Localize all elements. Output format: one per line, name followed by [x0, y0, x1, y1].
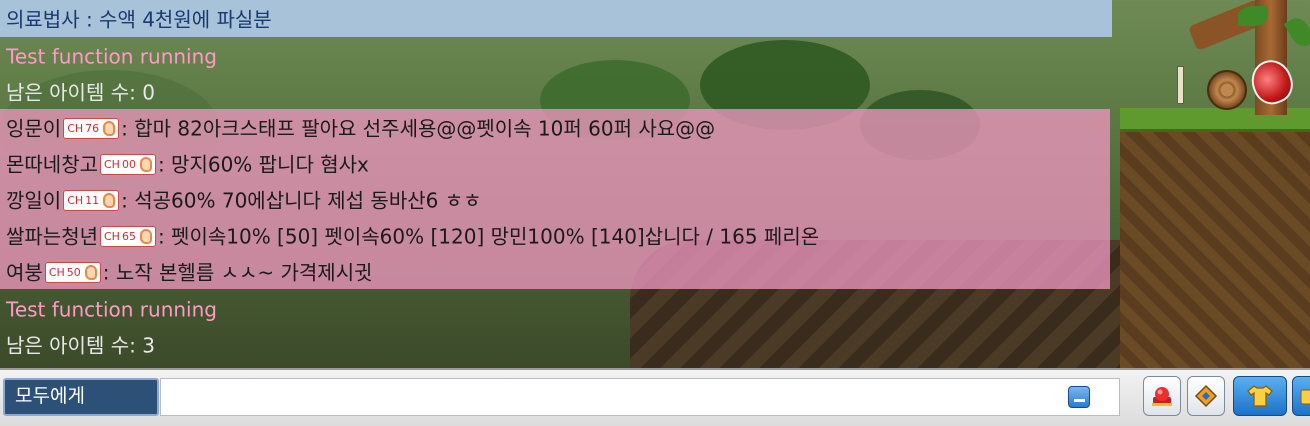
chat-line-text: Test function running [6, 44, 217, 69]
channel-badge: CH 65 [100, 226, 156, 247]
sender-name[interactable]: 여붕 [6, 261, 43, 285]
channel-number: 50 [66, 266, 81, 279]
channel-prefix: CH [67, 122, 84, 135]
megaphone-button[interactable] [1143, 376, 1181, 416]
ear-icon[interactable] [103, 120, 116, 136]
chat-line: Test function running [0, 290, 217, 326]
message-text: : 노작 본헬름 ㅅㅅ~ 가격제시귓 [102, 260, 373, 285]
channel-prefix: CH [67, 194, 84, 207]
channel-prefix: CH [48, 266, 65, 279]
signpost [1177, 66, 1184, 104]
sender-name[interactable]: 깡일이 [6, 189, 61, 213]
channel-prefix: CH [104, 230, 120, 243]
leaf-icon [1238, 6, 1268, 26]
channel-badge: CH 76 [63, 118, 120, 139]
header-text: 의료법사 : 수액 4천원에 파실분 [6, 7, 272, 32]
channel-badge: CH 11 [63, 190, 120, 211]
channel-number: 76 [85, 122, 100, 135]
leaf-icon [1283, 14, 1310, 50]
channel-badge: CH 50 [44, 262, 101, 283]
megaphone-icon [1152, 387, 1172, 406]
megaphone-line[interactable]: 잉문이 CH 76: 합마 82아크스태프 팔아요 선주세용@@펫이속 10퍼 60… [0, 109, 715, 145]
channel-badge: CH 00 [100, 154, 156, 175]
channel-number: 00 [121, 158, 136, 171]
message-text: : 망지60% 팝니다 혐사x [157, 152, 369, 177]
chat-line-text: 남은 아이템 수: 0 [6, 80, 155, 105]
chat-line-text: 남은 아이템 수: 3 [6, 333, 155, 358]
message-text: : 석공60% 70에삽니다 제섭 동바산6 ㅎㅎ [121, 188, 482, 213]
item-link-icon [1194, 384, 1218, 408]
chat-header-message: 의료법사 : 수액 4천원에 파실분 [0, 0, 1112, 37]
megaphone-line[interactable]: 깡일이 CH 11: 석공60% 70에삽니다 제섭 동바산6 ㅎㅎ [0, 181, 482, 217]
sender-name[interactable]: 몬따네창고 [6, 153, 98, 177]
log-stump [1207, 70, 1247, 110]
more-button[interactable] [1292, 376, 1310, 416]
shirt-icon [1247, 385, 1273, 407]
chat-input[interactable] [160, 378, 1120, 416]
red-potion-icon [1245, 54, 1299, 110]
channel-prefix: CH [104, 158, 120, 171]
chat-line: 남은 아이템 수: 3 [0, 326, 155, 362]
minimize-icon[interactable] [1068, 386, 1090, 408]
message-text: : 합마 82아크스태프 팔아요 선주세용@@펫이속 10퍼 60퍼 사요@@ [121, 116, 716, 141]
megaphone-line[interactable]: 몬따네창고 CH 00: 망지60% 팝니다 혐사x [0, 145, 369, 181]
ear-icon[interactable] [84, 264, 97, 280]
megaphone-line[interactable]: 쌀파는청년 CH 65: 펫이속10% [50] 펫이속60% [120] 망민10… [0, 217, 819, 253]
item-link-button[interactable] [1187, 376, 1225, 416]
megaphone-line[interactable]: 여붕 CH 50: 노작 본헬름 ㅅㅅ~ 가격제시귓 [0, 253, 373, 289]
equipment-button[interactable] [1233, 376, 1287, 416]
ear-icon[interactable] [139, 156, 152, 172]
message-text: : 펫이속10% [50] 펫이속60% [120] 망민100% [140]삽… [157, 224, 820, 249]
chat-line: 남은 아이템 수: 0 [0, 73, 155, 109]
ear-icon[interactable] [103, 192, 116, 208]
channel-number: 11 [85, 194, 100, 207]
chat-input-bar: 모두에게 [0, 368, 1310, 426]
channel-number: 65 [121, 230, 136, 243]
more-icon [1300, 389, 1310, 405]
ear-icon[interactable] [139, 228, 152, 244]
chat-line: Test function running [0, 37, 217, 73]
sender-name[interactable]: 쌀파는청년 [6, 225, 98, 249]
chat-log[interactable]: 의료법사 : 수액 4천원에 파실분 Test function running… [0, 0, 1112, 362]
chat-line-text: Test function running [6, 297, 217, 322]
chat-target-button[interactable]: 모두에게 [3, 378, 159, 416]
sender-name[interactable]: 잉문이 [6, 117, 61, 141]
dirt-ground [1120, 125, 1310, 368]
